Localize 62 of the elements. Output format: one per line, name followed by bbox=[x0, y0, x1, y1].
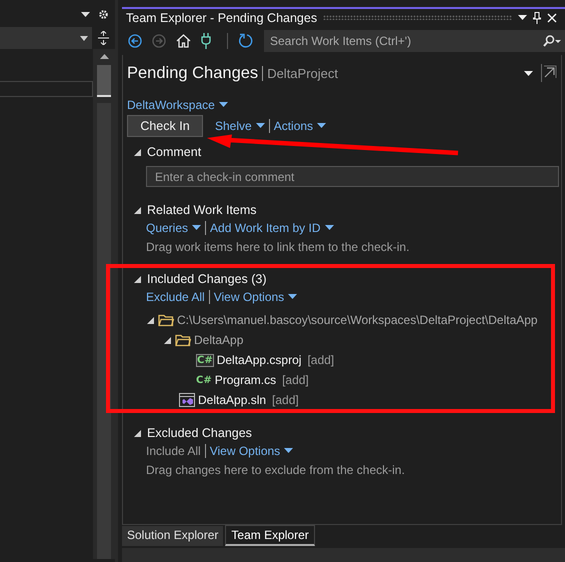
dropdown-caret-icon[interactable] bbox=[81, 12, 90, 16]
section-title: Included Changes (3) bbox=[147, 272, 267, 286]
section-title: Related Work Items bbox=[147, 203, 257, 217]
check-in-button[interactable]: Check In bbox=[127, 115, 203, 137]
solution-icon bbox=[179, 393, 195, 407]
dropdown-link[interactable]: Shelve bbox=[215, 119, 265, 133]
caret-icon bbox=[80, 36, 88, 40]
back-icon[interactable] bbox=[128, 34, 142, 48]
tab[interactable]: Team Explorer bbox=[225, 525, 315, 546]
expanded-triangle-icon[interactable] bbox=[134, 276, 141, 282]
file-name[interactable]: DeltaApp.sln bbox=[198, 393, 266, 407]
tab[interactable]: Solution Explorer bbox=[122, 526, 224, 546]
dropdown-caret-icon[interactable] bbox=[518, 15, 527, 20]
scroll-up-icon[interactable] bbox=[100, 54, 108, 59]
folder-name[interactable]: DeltaApp bbox=[194, 333, 244, 347]
scroll-thumb[interactable] bbox=[97, 65, 111, 97]
folder-icon bbox=[158, 314, 174, 326]
file-name[interactable]: DeltaApp.csproj bbox=[216, 353, 302, 367]
page-title: Pending Changes bbox=[127, 64, 258, 82]
home-icon[interactable] bbox=[176, 34, 191, 48]
csharp-file-icon: C# bbox=[196, 374, 212, 386]
dropdown-link[interactable]: Add Work Item by ID bbox=[210, 220, 334, 234]
settings-icon[interactable] bbox=[98, 8, 109, 20]
expanded-triangle-icon[interactable] bbox=[147, 316, 154, 324]
plug-icon[interactable] bbox=[201, 33, 211, 49]
dropdown-caret-icon[interactable] bbox=[524, 70, 533, 76]
link[interactable]: Exclude All bbox=[146, 290, 205, 304]
expanded-triangle-icon[interactable] bbox=[134, 206, 141, 214]
expanded-triangle-icon[interactable] bbox=[134, 148, 141, 156]
caret-icon bbox=[317, 123, 326, 129]
panel-title: Team Explorer - Pending Changes bbox=[126, 10, 318, 24]
workspace-dropdown[interactable]: DeltaWorkspace bbox=[127, 98, 228, 112]
section-title: Excluded Changes bbox=[147, 426, 252, 440]
refresh-icon[interactable] bbox=[238, 33, 254, 49]
pop-out-icon[interactable] bbox=[541, 64, 557, 82]
search-field[interactable]: Search Work Items (Ctrl+') bbox=[264, 30, 539, 52]
folder-name[interactable]: C:\Users\manuel.bascoy\source\Workspaces\DeltaProject\DeltaApp bbox=[177, 313, 538, 327]
change-status: [add] bbox=[282, 373, 309, 387]
section-title: Comment bbox=[147, 145, 202, 159]
hint-text: Drag work items here to link them to the check-in. bbox=[146, 240, 410, 256]
dropdown-field[interactable] bbox=[0, 27, 92, 49]
change-status: [add] bbox=[272, 393, 299, 407]
split-icon[interactable] bbox=[98, 31, 108, 45]
dropdown-link[interactable]: View Options bbox=[214, 290, 298, 304]
dropdown-link[interactable]: Actions bbox=[274, 119, 326, 133]
caret-icon bbox=[218, 102, 228, 108]
folder-icon bbox=[175, 334, 191, 346]
scrollbar[interactable] bbox=[93, 49, 115, 559]
change-status: [add] bbox=[307, 353, 334, 367]
pin-icon[interactable] bbox=[533, 12, 541, 24]
dropdown-link[interactable]: Queries bbox=[146, 220, 202, 234]
project-name: DeltaProject bbox=[262, 66, 338, 80]
caret-icon bbox=[256, 123, 265, 129]
search-icon[interactable] bbox=[543, 35, 561, 47]
csharp-project-icon: C# bbox=[196, 354, 214, 366]
comment-field[interactable]: Enter a check-in comment bbox=[146, 166, 559, 187]
hint-text: Drag changes here to exclude from the check-in. bbox=[146, 463, 406, 479]
expanded-triangle-icon[interactable] bbox=[164, 336, 171, 344]
expanded-triangle-icon[interactable] bbox=[134, 430, 141, 436]
dropdown-link[interactable]: View Options bbox=[210, 444, 294, 458]
close-icon[interactable] bbox=[547, 12, 557, 22]
file-name[interactable]: Program.cs bbox=[214, 373, 276, 387]
